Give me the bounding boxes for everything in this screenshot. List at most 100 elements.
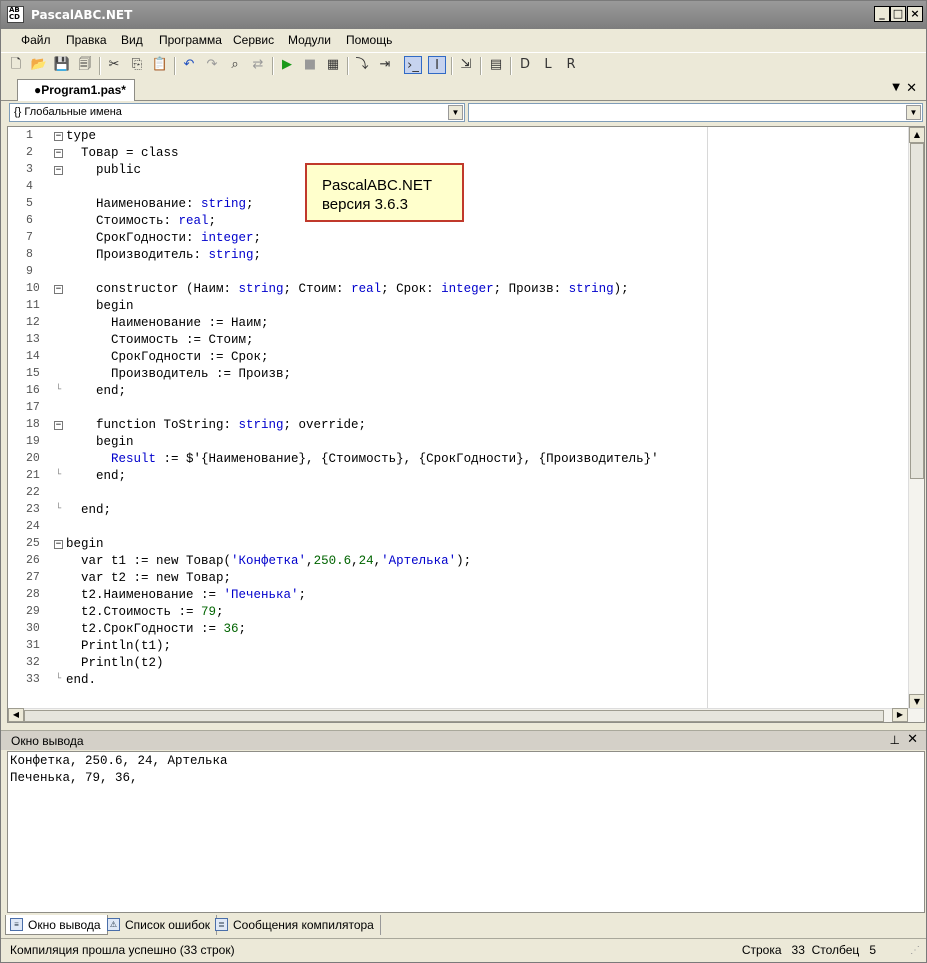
copy-icon[interactable]: ⎘ <box>128 56 146 74</box>
save-icon[interactable]: 💾 <box>53 56 71 74</box>
code-line[interactable]: end; <box>66 503 111 517</box>
fold-collapse-icon[interactable]: − <box>54 132 63 141</box>
menu-edit[interactable]: Правка <box>66 33 107 47</box>
scroll-right-icon[interactable]: ▶ <box>892 708 908 722</box>
cut-icon[interactable]: ✂ <box>105 56 123 74</box>
compile-icon[interactable]: ▦ <box>324 56 342 74</box>
pin-icon[interactable]: ⊥ <box>890 733 900 747</box>
paste-icon[interactable]: 📋 <box>151 56 169 74</box>
code-line[interactable]: Наименование: string; <box>66 197 254 211</box>
code-line[interactable]: Стоимость := Стоим; <box>66 333 254 347</box>
menu-view[interactable]: Вид <box>121 33 143 47</box>
output-pane-header: Окно вывода ⊥ ✕ <box>1 730 926 750</box>
code-line[interactable]: var t2 := new Товар; <box>66 571 231 585</box>
output-window-toggle-icon[interactable]: ›_ <box>404 56 422 74</box>
chevron-down-icon[interactable]: ▼ <box>448 105 463 120</box>
toolbar: 🗋 📂 💾 🗐 ✂ ⎘ 📋 ↶ ↷ ⌕ ⇄ ▶ ■ ▦ ⤵ ⇥ ›_ I ⇲ ▤… <box>1 52 926 78</box>
replace-icon[interactable]: ⇄ <box>249 56 267 74</box>
scroll-up-icon[interactable]: ▲ <box>909 127 924 143</box>
title-bar[interactable]: AB CD PascalABC.NET _ □ × <box>1 1 926 29</box>
save-all-icon[interactable]: 🗐 <box>76 56 94 74</box>
toolbar-separator <box>174 57 176 75</box>
code-line[interactable]: t2.Стоимость := 79; <box>66 605 224 619</box>
code-line[interactable]: type <box>66 129 96 143</box>
code-templates-icon[interactable]: ▤ <box>487 56 505 74</box>
fold-end-marker: └ <box>55 504 62 514</box>
format-code-icon[interactable]: ⇲ <box>457 56 475 74</box>
input-window-toggle-icon[interactable]: I <box>428 56 446 74</box>
line-number: 25 <box>26 537 40 550</box>
code-line[interactable]: Производитель := Произв; <box>66 367 291 381</box>
code-line[interactable]: СрокГодности := Срок; <box>66 350 269 364</box>
vertical-scroll-thumb[interactable] <box>910 143 924 479</box>
code-line[interactable]: t2.СрокГодности := 36; <box>66 622 246 636</box>
find-icon[interactable]: ⌕ <box>226 56 244 74</box>
code-line[interactable]: constructor (Наим: string; Стоим: real; … <box>66 282 629 296</box>
code-line[interactable]: var t1 := new Товар('Конфетка',250.6,24,… <box>66 554 471 568</box>
toolbar-separator <box>451 57 453 75</box>
member-combo[interactable]: ▼ <box>468 103 923 122</box>
tab-list-dropdown-icon[interactable]: ▼ <box>892 82 900 93</box>
horizontal-scroll-thumb[interactable] <box>24 710 884 722</box>
designer-l-icon[interactable]: L <box>539 56 557 74</box>
menu-program[interactable]: Программа <box>159 33 222 47</box>
tab-compiler-messages[interactable]: ≣ Сообщения компилятора <box>211 915 381 935</box>
vertical-scrollbar[interactable]: ▲ ▼ <box>908 127 924 710</box>
run-icon[interactable]: ▶ <box>278 56 296 74</box>
toolbar-separator <box>480 57 482 75</box>
step-over-icon[interactable]: ⇥ <box>376 56 394 74</box>
line-number: 28 <box>26 588 40 601</box>
code-line[interactable]: Наименование := Наим; <box>66 316 269 330</box>
menu-help[interactable]: Помощь <box>346 33 392 47</box>
stop-icon[interactable]: ■ <box>301 56 319 74</box>
tab-output[interactable]: ≡ Окно вывода <box>5 915 108 935</box>
code-line[interactable]: Производитель: string; <box>66 248 261 262</box>
code-line[interactable]: function ToString: string; override; <box>66 418 366 432</box>
code-line[interactable]: begin <box>66 537 104 551</box>
menu-service[interactable]: Сервис <box>233 33 274 47</box>
undo-icon[interactable]: ↶ <box>180 56 198 74</box>
scroll-left-icon[interactable]: ◀ <box>8 708 24 722</box>
code-line[interactable]: begin <box>66 435 134 449</box>
code-line[interactable]: Стоимость: real; <box>66 214 216 228</box>
code-line[interactable]: Println(t1); <box>66 639 171 653</box>
maximize-button[interactable]: □ <box>890 6 906 22</box>
output-close-icon[interactable]: ✕ <box>907 732 918 747</box>
code-line[interactable]: end; <box>66 384 126 398</box>
tab-program1[interactable]: ●Program1.pas* <box>17 79 135 101</box>
tab-close-icon[interactable]: ✕ <box>906 81 917 96</box>
scope-combo[interactable]: {} Глобальные имена ▼ <box>9 103 465 122</box>
code-line[interactable]: СрокГодности: integer; <box>66 231 261 245</box>
tab-errors[interactable]: ⚠ Список ошибок <box>103 915 218 935</box>
code-line[interactable]: public <box>66 163 141 177</box>
horizontal-scrollbar[interactable]: ◀ ▶ <box>8 708 924 722</box>
code-editor[interactable]: 1 2 3 4 5 6 7 8 9 10 11 12 13 14 15 16 17 18 19 20 21 22 23 24 2… <box>7 126 925 723</box>
chevron-down-icon[interactable]: ▼ <box>906 105 921 120</box>
output-line: Печенька, 79, 36, <box>10 771 138 785</box>
step-into-icon[interactable]: ⤵ <box>353 56 371 74</box>
redo-icon[interactable]: ↷ <box>203 56 221 74</box>
designer-r-icon[interactable]: R <box>562 56 580 74</box>
menu-modules[interactable]: Модули <box>288 33 331 47</box>
code-line[interactable]: begin <box>66 299 134 313</box>
error-list-icon: ⚠ <box>107 918 120 931</box>
designer-d-icon[interactable]: D <box>516 56 534 74</box>
fold-collapse-icon[interactable]: − <box>54 149 63 158</box>
resize-grip-icon[interactable]: ⋰ <box>910 945 922 957</box>
close-button[interactable]: × <box>907 6 923 22</box>
open-folder-icon[interactable]: 📂 <box>30 56 48 74</box>
fold-collapse-icon[interactable]: − <box>54 421 63 430</box>
fold-collapse-icon[interactable]: − <box>54 540 63 549</box>
code-line[interactable]: t2.Наименование := 'Печенька'; <box>66 588 306 602</box>
output-window[interactable]: Конфетка, 250.6, 24, Артелька Печенька, … <box>7 751 925 913</box>
minimize-button[interactable]: _ <box>874 6 890 22</box>
code-line[interactable]: end. <box>66 673 96 687</box>
code-line[interactable]: Result := $'{Наименование}, {Стоимость},… <box>66 452 659 466</box>
menu-file[interactable]: Файл <box>21 33 51 47</box>
code-line[interactable]: Товар = class <box>66 146 179 160</box>
code-line[interactable]: Println(t2) <box>66 656 164 670</box>
fold-collapse-icon[interactable]: − <box>54 285 63 294</box>
fold-collapse-icon[interactable]: − <box>54 166 63 175</box>
new-file-icon[interactable]: 🗋 <box>7 56 25 74</box>
code-line[interactable]: end; <box>66 469 126 483</box>
